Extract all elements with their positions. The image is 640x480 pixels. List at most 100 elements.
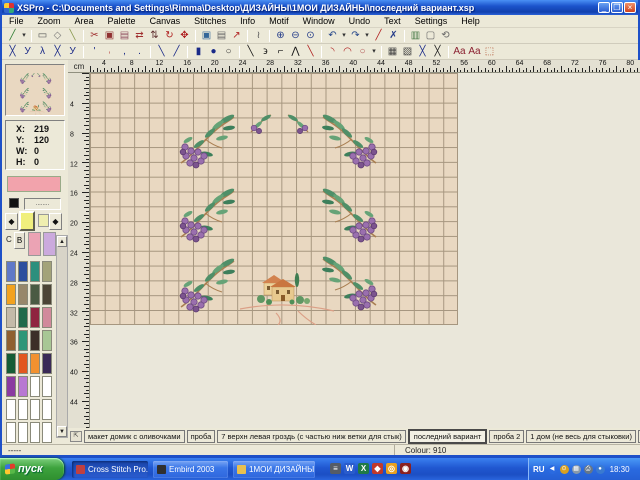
palette-swatch[interactable] [18, 353, 28, 374]
move-icon[interactable]: ✥ [177, 29, 192, 43]
active-yellow-swatch[interactable] [19, 211, 35, 231]
select-poly-icon[interactable]: ◇ [50, 29, 65, 43]
menu-help[interactable]: Help [454, 16, 487, 26]
dark-red-circle-app-icon[interactable]: ◉ [400, 463, 411, 474]
minimize-button[interactable]: _ [598, 2, 610, 13]
start-button[interactable]: пуск [0, 458, 64, 480]
design-tab-2[interactable]: проба [187, 430, 216, 443]
palette-swatch[interactable] [6, 330, 16, 351]
special-stitch-2-icon[interactable]: ϶ [258, 45, 273, 59]
menu-area[interactable]: Area [68, 16, 101, 26]
palette-swatch[interactable] [30, 284, 40, 305]
cross-dark-icon[interactable]: ╳ [430, 45, 445, 59]
excel-app-icon[interactable]: X [358, 463, 369, 474]
palette-swatch[interactable] [42, 307, 52, 328]
network-tray-icon[interactable]: ● [596, 465, 605, 474]
clock[interactable]: 18:30 [610, 465, 630, 474]
title-bar[interactable]: XSPro - C:\Documents and Settings\Rimma\… [2, 0, 638, 15]
alt-yellow-swatch[interactable] [38, 214, 49, 227]
paste-icon[interactable]: ▤ [117, 29, 132, 43]
palette-swatch[interactable] [42, 422, 52, 443]
palette-swatch[interactable] [18, 330, 28, 351]
menu-info[interactable]: Info [233, 16, 262, 26]
menu-file[interactable]: File [2, 16, 31, 26]
special-stitch-4-icon[interactable]: ⋀ [288, 45, 303, 59]
palette-swatch[interactable] [30, 422, 40, 443]
palette-swatch[interactable] [6, 284, 16, 305]
undo-icon[interactable]: ↶ [325, 29, 340, 43]
select-rect-icon[interactable]: ▭ [35, 29, 50, 43]
palette-swatch[interactable] [30, 353, 40, 374]
next-color-button[interactable]: ◆ [49, 213, 62, 230]
close-button[interactable]: × [624, 2, 636, 13]
palette-swatch[interactable] [30, 307, 40, 328]
menu-canvas[interactable]: Canvas [143, 16, 188, 26]
palette-swatch[interactable] [18, 284, 28, 305]
half-stitch-icon[interactable]: λ [35, 45, 50, 59]
palette-swatch[interactable] [42, 399, 52, 420]
copy-icon[interactable]: ▣ [102, 29, 117, 43]
maximize-button[interactable]: ❐ [611, 2, 623, 13]
palette-swatch[interactable] [30, 261, 40, 282]
motif-edit-icon[interactable]: ▧ [400, 45, 415, 59]
cross-blue-icon[interactable]: ╳ [415, 45, 430, 59]
import-doc-icon[interactable]: ⟲ [438, 29, 453, 43]
screen-view-icon[interactable]: ▣ [199, 29, 214, 43]
special-stitch-1-icon[interactable]: ╲ [243, 45, 258, 59]
selected-color-swatch[interactable] [7, 176, 61, 192]
menu-settings[interactable]: Settings [408, 16, 455, 26]
full-cross-stitch-icon[interactable]: ╳ [5, 45, 20, 59]
menu-motif[interactable]: Motif [262, 16, 296, 26]
mirror-horizontal-icon[interactable]: ⇄ [132, 29, 147, 43]
new-doc-icon[interactable]: ▢ [423, 29, 438, 43]
palette-swatch[interactable] [18, 422, 28, 443]
circle-tool-icon[interactable]: ○ [355, 45, 370, 59]
taskbar-button-3[interactable]: 1МОИ ДИЗАЙНЫ [233, 461, 315, 478]
prev-color-button[interactable]: ◆ [5, 213, 18, 230]
palette-swatch[interactable] [18, 261, 28, 282]
display-tray-icon[interactable]: ▦ [572, 465, 581, 474]
palette-scrollbar[interactable]: ▲ ▼ [56, 235, 68, 438]
taskbar-button-1[interactable]: Cross Stitch Pro... [72, 461, 148, 478]
mirror-vertical-icon[interactable]: ⇅ [147, 29, 162, 43]
rotate-icon[interactable]: ↻ [162, 29, 177, 43]
open-knot-icon[interactable]: ○ [221, 45, 236, 59]
motif-library-icon[interactable]: ▦ [385, 45, 400, 59]
french-knot-icon[interactable]: ● [206, 45, 221, 59]
curve-stitch-2-icon[interactable]: ◠ [340, 45, 355, 59]
backstitch-up-icon[interactable]: ╱ [169, 45, 184, 59]
print-icon[interactable]: ▤ [214, 29, 229, 43]
pointer-arrow-icon[interactable]: ↗ [229, 29, 244, 43]
backstitch-down-icon[interactable]: ╲ [154, 45, 169, 59]
palette-swatch[interactable] [30, 399, 40, 420]
bead-icon[interactable]: ▮ [191, 45, 206, 59]
palette-swatch[interactable] [42, 330, 52, 351]
palette-swatch[interactable] [6, 353, 16, 374]
palette-swatch[interactable] [6, 422, 16, 443]
redo-icon[interactable]: ↷ [348, 29, 363, 43]
menu-undo[interactable]: Undo [342, 16, 378, 26]
curve-stitch-1-icon[interactable]: ◝ [325, 45, 340, 59]
gold-badge-icon[interactable]: ⊙ [560, 465, 569, 474]
printer-tray-icon[interactable]: ⎙ [584, 465, 593, 474]
scroll-up-icon[interactable]: ▲ [57, 236, 67, 247]
palette-swatch[interactable] [18, 307, 28, 328]
petite-stitch-icon[interactable]: У [65, 45, 80, 59]
export-doc-icon[interactable]: ▥ [408, 29, 423, 43]
collapse-chevron-icon[interactable]: ◀ [548, 465, 557, 474]
special-stitch-5-icon[interactable]: ╲ [303, 45, 318, 59]
design-tab-1[interactable]: макет домик с оливочками [84, 430, 185, 443]
quarter-mark-1-icon[interactable]: ' [87, 45, 102, 59]
undo-dropdown-icon[interactable]: ▾ [340, 29, 348, 43]
palette-swatch[interactable] [42, 261, 52, 282]
palette-swatch[interactable] [42, 353, 52, 374]
palette-swatch[interactable] [18, 399, 28, 420]
palette-swatch[interactable] [30, 330, 40, 351]
draw-line-icon[interactable]: ╱ [371, 29, 386, 43]
scroll-down-icon[interactable]: ▼ [57, 426, 67, 437]
media-app-icon[interactable]: ≡ [330, 463, 341, 474]
menu-text[interactable]: Text [377, 16, 408, 26]
pencil-tool-icon[interactable]: ╱ [5, 29, 20, 43]
menu-stitches[interactable]: Stitches [187, 16, 233, 26]
palette-swatch[interactable] [18, 376, 28, 397]
